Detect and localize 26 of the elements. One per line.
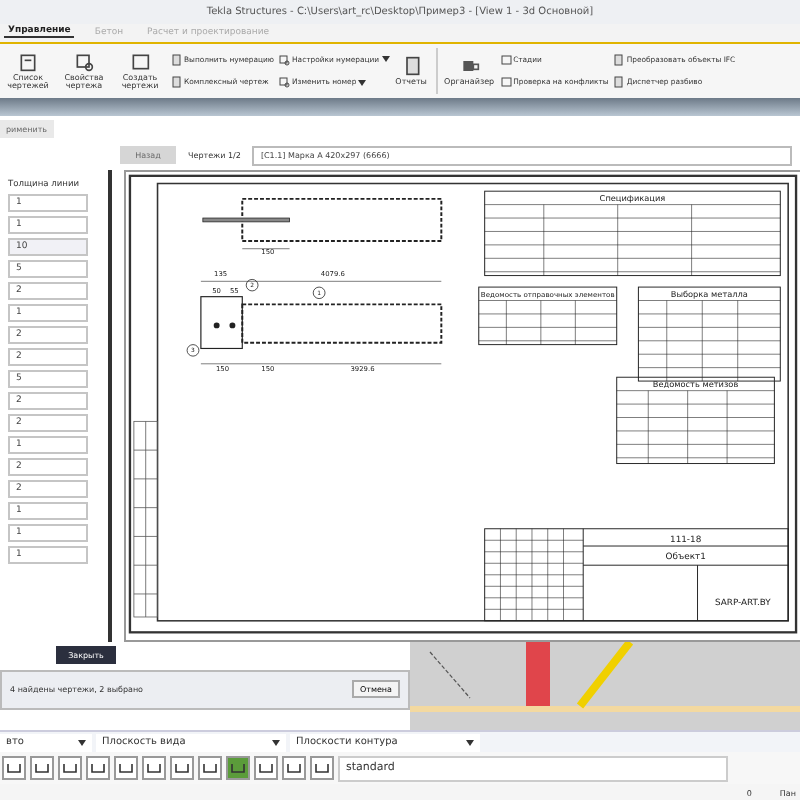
snap-tool-icon[interactable] (86, 756, 110, 781)
balloon-circle (186, 343, 200, 356)
snap-tool-icon[interactable] (198, 756, 222, 781)
snap-tool-icon[interactable] (2, 756, 26, 781)
snap-tool-icon[interactable] (58, 756, 82, 781)
snap-tool-icon[interactable] (226, 756, 250, 781)
snap-tool-icon[interactable] (254, 756, 278, 781)
balloon-circle (245, 278, 259, 291)
snap-tool-icon[interactable] (310, 756, 334, 781)
caret-icon (272, 739, 280, 746)
snap-tool-icon[interactable] (30, 756, 54, 781)
snap-tool-icon[interactable] (170, 756, 194, 781)
snap-tool-icon[interactable] (142, 756, 166, 781)
sheet-icon (130, 51, 150, 72)
table-grid (637, 285, 781, 381)
caret-icon (381, 56, 390, 63)
snap-tool-icon[interactable] (282, 756, 306, 781)
document-icon (401, 55, 422, 76)
balloon-circle (312, 285, 326, 299)
caret-icon (78, 739, 86, 746)
table-grid (478, 285, 618, 345)
caret-icon (466, 739, 474, 746)
list-icon (18, 51, 38, 72)
cube-icon (459, 55, 480, 76)
snap-tool-icon[interactable] (114, 756, 138, 781)
caret-icon (358, 79, 367, 86)
